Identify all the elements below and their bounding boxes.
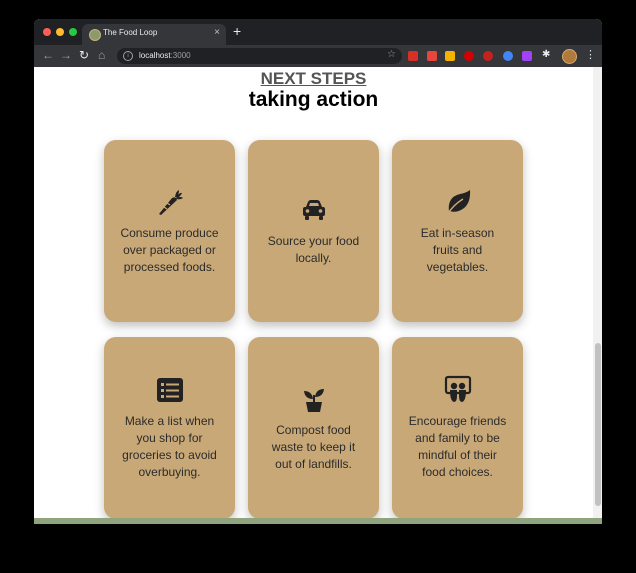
tab-close-icon[interactable]: × <box>214 27 220 39</box>
browser-window: The Food Loop × + ← → ↻ ⌂ i localhost:30… <box>34 19 602 524</box>
page-content: NEXT STEPS taking action Consume produce… <box>34 67 602 524</box>
extension-icon[interactable] <box>408 51 418 61</box>
seedling-icon <box>299 384 329 414</box>
carrot-icon <box>155 187 185 217</box>
card-text: Compost food waste to keep it out of lan… <box>271 422 356 471</box>
slideshare-icon <box>443 375 473 405</box>
scrollbar[interactable] <box>593 67 602 518</box>
url-text: localhost:3000 <box>139 51 191 60</box>
card-text: Source your food locally. <box>267 234 360 265</box>
action-card: Compost food waste to keep it out of lan… <box>248 337 379 519</box>
extension-icon[interactable] <box>503 51 513 61</box>
action-card: Consume produce over packaged or process… <box>104 140 235 322</box>
card-text: Encourage friends and family to be mindf… <box>408 414 507 479</box>
card-text: Consume produce over packaged or process… <box>120 225 219 274</box>
browser-menu-icon[interactable]: ⋮ <box>585 48 596 62</box>
page-title: taking action <box>248 88 379 111</box>
minimize-window-button[interactable] <box>56 28 64 36</box>
forward-button[interactable]: → <box>60 48 72 62</box>
list-icon <box>155 375 185 405</box>
action-card: Source your food locally. <box>248 140 379 322</box>
action-card: Encourage friends and family to be mindf… <box>392 337 523 519</box>
extension-icon[interactable] <box>427 51 437 61</box>
new-tab-button[interactable]: + <box>233 24 241 38</box>
action-card: Eat in-season fruits and vegetables. <box>392 140 523 322</box>
extension-icon[interactable] <box>445 51 455 61</box>
action-card: Make a list when you shop for groceries … <box>104 337 235 519</box>
car-icon <box>299 195 329 225</box>
url-port: :3000 <box>170 51 191 60</box>
back-button[interactable]: ← <box>42 48 54 62</box>
tab-strip: The Food Loop × + <box>34 19 602 45</box>
close-window-button[interactable] <box>43 28 51 36</box>
card-text: Make a list when you shop for groceries … <box>122 414 217 479</box>
section-eyebrow[interactable]: NEXT STEPS <box>34 68 593 90</box>
extension-icon[interactable] <box>522 51 532 61</box>
tab-title: The Food Loop <box>103 28 158 37</box>
card-text: Eat in-season fruits and vegetables. <box>420 225 495 274</box>
tab-the-food-loop[interactable]: The Food Loop × <box>82 24 226 45</box>
extensions-puzzle-icon[interactable]: ✱ <box>542 49 550 61</box>
extension-icon[interactable] <box>483 51 493 61</box>
profile-avatar[interactable] <box>562 49 577 64</box>
browser-toolbar: ← → ↻ ⌂ i localhost:3000 ☆ ✱ ⋮ <box>34 45 602 67</box>
favicon-icon <box>89 29 101 41</box>
info-icon[interactable]: i <box>123 51 133 61</box>
reload-button[interactable]: ↻ <box>79 48 89 62</box>
address-bar[interactable]: i localhost:3000 ☆ <box>117 48 402 64</box>
home-button[interactable]: ⌂ <box>98 48 105 62</box>
bookmark-star-icon[interactable]: ☆ <box>387 49 396 61</box>
url-host: localhost <box>139 51 171 60</box>
footer-strip <box>34 518 602 524</box>
leaf-icon <box>443 187 473 217</box>
extension-icon[interactable] <box>464 51 474 61</box>
maximize-window-button[interactable] <box>69 28 77 36</box>
scrollbar-thumb[interactable] <box>595 343 601 506</box>
